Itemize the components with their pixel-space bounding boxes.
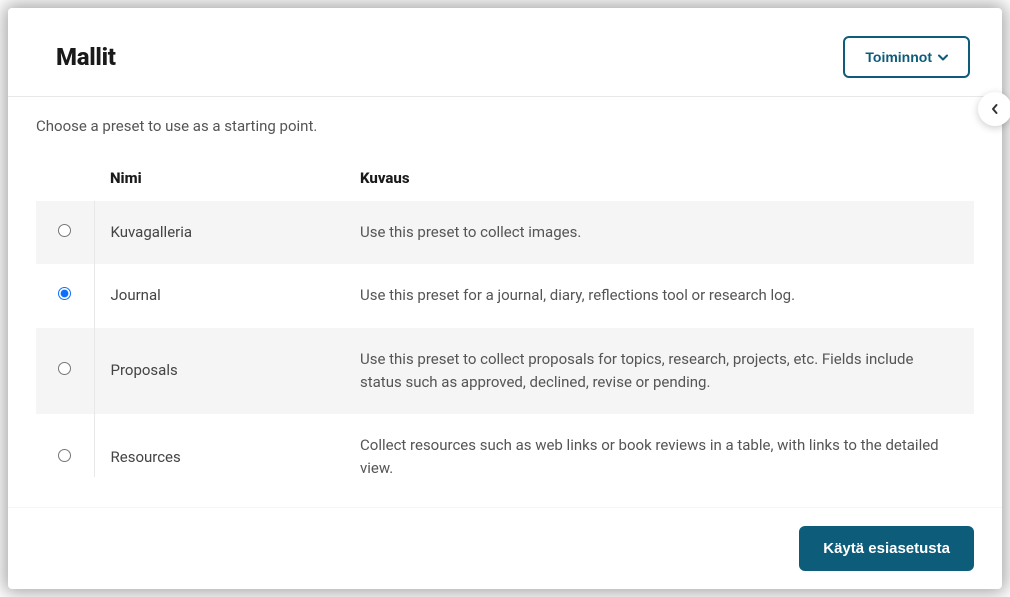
chevron-left-icon <box>990 100 1000 119</box>
preset-radio[interactable] <box>58 287 71 300</box>
preset-description: Use this preset to collect images. <box>344 201 974 264</box>
preset-name: Resources <box>94 414 344 477</box>
collapse-panel-button[interactable] <box>978 92 1010 126</box>
preset-name: Kuvagalleria <box>94 201 344 264</box>
use-preset-button[interactable]: Käytä esiasetusta <box>799 526 974 571</box>
table-row[interactable]: Kuvagalleria Use this preset to collect … <box>36 201 974 264</box>
col-name-header: Nimi <box>94 155 344 201</box>
page-title: Mallit <box>56 43 116 71</box>
preset-radio[interactable] <box>58 449 71 462</box>
spacer <box>8 477 1002 507</box>
preset-table: Nimi Kuvaus Kuvagalleria Use this preset… <box>36 155 974 477</box>
modal-header: Mallit Toiminnot <box>8 8 1002 97</box>
preset-radio[interactable] <box>58 224 71 237</box>
preset-description: Use this preset to collect proposals for… <box>344 328 974 415</box>
chevron-down-icon <box>938 54 948 61</box>
modal: Mallit Toiminnot Choose a preset to use … <box>8 8 1002 589</box>
instruction-text: Choose a preset to use as a starting poi… <box>36 117 974 135</box>
table-row[interactable]: Resources Collect resources such as web … <box>36 414 974 477</box>
preset-name: Journal <box>94 264 344 327</box>
col-radio-header <box>36 155 94 201</box>
preset-name: Proposals <box>94 328 344 415</box>
preset-description: Collect resources such as web links or b… <box>344 414 974 477</box>
modal-footer: Käytä esiasetusta <box>8 507 1002 589</box>
actions-button[interactable]: Toiminnot <box>843 36 970 78</box>
table-row[interactable]: Proposals Use this preset to collect pro… <box>36 328 974 415</box>
table-row[interactable]: Journal Use this preset for a journal, d… <box>36 264 974 327</box>
actions-button-label: Toiminnot <box>865 49 932 65</box>
preset-radio[interactable] <box>58 362 71 375</box>
modal-body: Choose a preset to use as a starting poi… <box>8 97 1002 477</box>
preset-description: Use this preset for a journal, diary, re… <box>344 264 974 327</box>
col-desc-header: Kuvaus <box>344 155 974 201</box>
